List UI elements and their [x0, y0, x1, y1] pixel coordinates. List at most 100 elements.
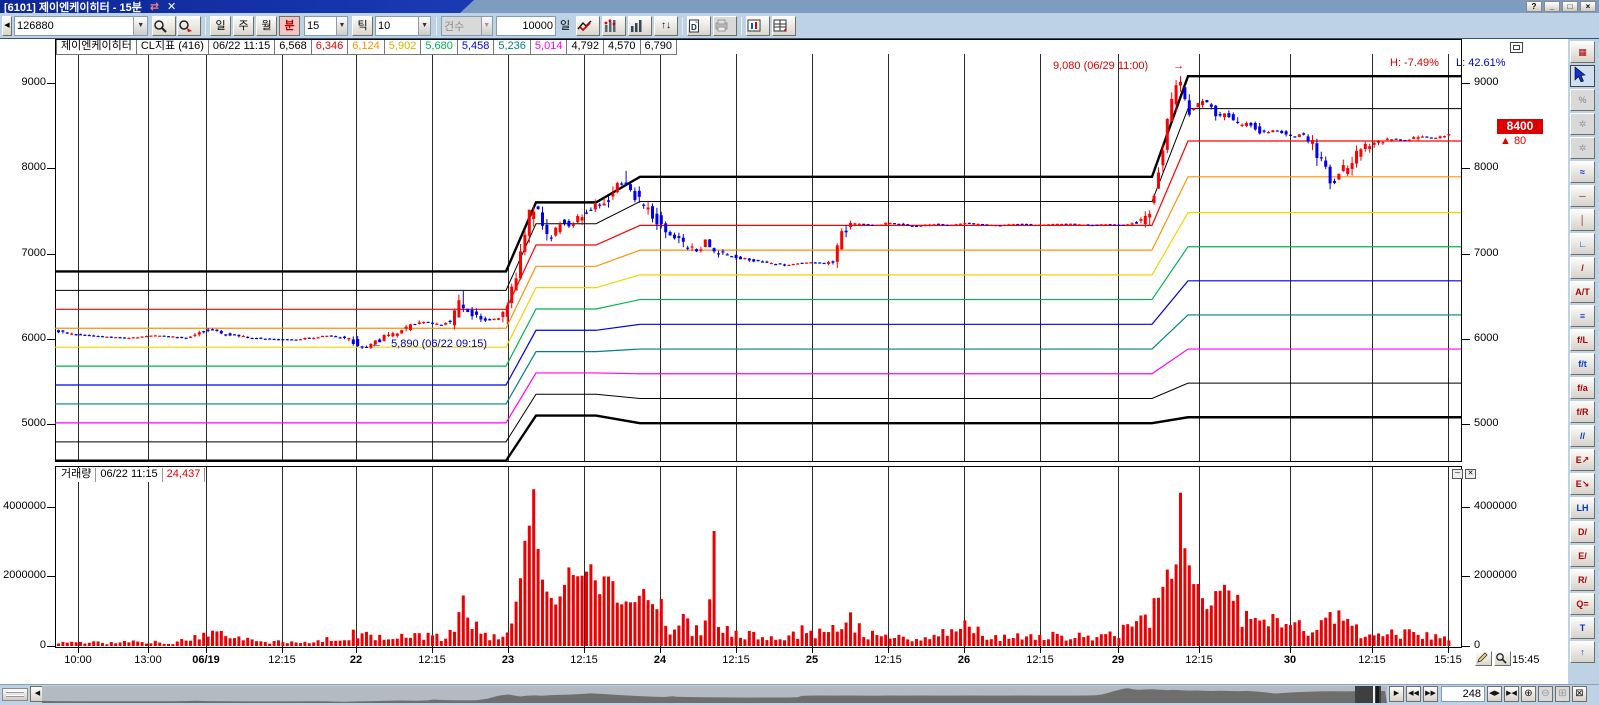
cursor-arrow-icon[interactable] [1570, 65, 1595, 87]
document-button[interactable]: D [687, 16, 711, 36]
layout-settings-icon[interactable]: ▦ [1570, 41, 1595, 63]
x-axis-label: 12:15 [874, 654, 902, 666]
minimize-button[interactable]: _ [1544, 1, 1560, 12]
header-cell: 5,902 [385, 40, 422, 54]
document-icon: D [688, 19, 701, 33]
period-month-button[interactable]: 월 [256, 16, 277, 36]
tick-count-input[interactable] [376, 17, 418, 35]
x-axis-label: 10:00 [64, 654, 92, 666]
horizontal-line-icon[interactable]: ─ [1570, 185, 1595, 207]
search-button[interactable] [152, 16, 176, 36]
step-line-icon[interactable]: ∟ [1570, 233, 1595, 255]
text-tool-icon[interactable]: T [1570, 617, 1595, 639]
bars-button[interactable] [628, 16, 652, 36]
x-axis-label: 12:15 [268, 654, 296, 666]
fib-time-icon[interactable]: f/t [1570, 353, 1595, 375]
nav-forward-button[interactable]: ▶▶ [1423, 686, 1438, 702]
interval-input[interactable] [305, 17, 336, 35]
bars-red-button[interactable] [602, 16, 626, 36]
chevron-down-icon[interactable]: ▼ [133, 17, 147, 35]
sort-updown-button[interactable]: ↑↓ [654, 16, 678, 36]
fib-fan-icon[interactable]: f/a [1570, 377, 1595, 399]
nav-zoom-out-button: ⊖ [1538, 686, 1553, 702]
scroll-up-icon[interactable]: ↑ [1570, 641, 1595, 663]
diagonal-line-icon[interactable]: / [1570, 257, 1595, 279]
close-button[interactable]: × [1580, 1, 1596, 12]
header-cell: 6,346 [312, 40, 349, 54]
x-axis-label: 23 [502, 654, 514, 666]
axis-tick [1462, 339, 1470, 340]
nav-expand-button[interactable]: ◀▶ [1487, 686, 1502, 702]
nav-collapse-button[interactable]: ▶◀ [1504, 686, 1519, 702]
tick-count-combo[interactable]: ▼ [375, 16, 431, 36]
low-annotation: ← 5,890 (06/22 09:15) [371, 338, 487, 350]
nav-rewind-button[interactable]: ◀◀ [1406, 686, 1421, 702]
chevron-down-icon[interactable]: ▼ [336, 17, 347, 35]
fib-retrace-icon[interactable]: f/R [1570, 401, 1595, 423]
help-button[interactable]: ? [1526, 1, 1542, 12]
elliott-down-icon[interactable]: E↘ [1570, 473, 1595, 495]
channel-e-icon[interactable]: E/ [1570, 545, 1595, 567]
period-minute-button[interactable]: 분 [279, 16, 300, 36]
chart-window-button[interactable] [746, 16, 770, 36]
search-go-button[interactable] [177, 16, 201, 36]
toolbar-scroll-left-button[interactable]: ◀ [2, 16, 12, 36]
text-note-icon[interactable]: A/T [1570, 281, 1595, 303]
x-axis-label: 12:15 [722, 654, 750, 666]
bar-count-field[interactable] [1441, 686, 1485, 702]
fib-volume-icon[interactable]: f/L [1570, 329, 1595, 351]
interval-combo[interactable]: ▼ [304, 16, 348, 36]
nav-zoom-in-button[interactable]: ⊕ [1521, 686, 1536, 702]
stock-code-combo[interactable]: ▼ [14, 16, 148, 36]
quote-icon[interactable]: Q= [1570, 593, 1595, 615]
tab-close-icon[interactable]: ✕ [167, 0, 176, 13]
maximize-button[interactable]: □ [1562, 1, 1578, 12]
tick-button[interactable]: 틱 [352, 16, 373, 36]
period-week-button[interactable]: 주 [233, 16, 254, 36]
period-day-button[interactable]: 일 [210, 16, 231, 36]
high-low-icon[interactable]: LH [1570, 497, 1595, 519]
pane-minimize-icon[interactable]: ─ [1452, 469, 1463, 479]
chevron-down-icon[interactable]: ▼ [418, 17, 430, 35]
high-annotation: 9,080 (06/29 11:00) → [1053, 60, 1182, 72]
vertical-line-icon[interactable]: │ [1570, 209, 1595, 231]
trend-line-icon[interactable]: ≈ [1570, 161, 1595, 183]
axis-tick [47, 646, 55, 647]
draw-edit-button[interactable] [1475, 651, 1492, 666]
nav-close-button[interactable]: ⊠ [1572, 686, 1587, 702]
axis-tick [1462, 83, 1470, 84]
magnifier-icon [153, 19, 167, 33]
navigator-thumb[interactable] [1355, 686, 1381, 703]
parallel-lines-icon[interactable]: // [1570, 425, 1595, 447]
current-price-badge: 8400 [1497, 119, 1543, 134]
arrow-left-icon: ← [371, 338, 382, 350]
swap-icon[interactable]: ⇄ [150, 0, 159, 13]
axis-tick [47, 83, 55, 84]
chart-style-button[interactable] [576, 16, 600, 36]
volume-chart[interactable]: 10:0013:0006/1912:152212:152312:152412:1… [55, 466, 1462, 666]
pane-close-icon[interactable]: ✕ [1465, 469, 1476, 479]
channel-r-icon[interactable]: R/ [1570, 569, 1595, 591]
pencil-icon [1476, 652, 1489, 664]
price-chart[interactable] [55, 39, 1462, 462]
levels-icon[interactable]: ≡ [1570, 305, 1595, 327]
x-axis-label: 12:15 [570, 654, 598, 666]
elliott-up-icon[interactable]: E↗ [1570, 449, 1595, 471]
days-input[interactable] [497, 17, 555, 35]
nav-play-button[interactable]: ▶ [1389, 686, 1404, 702]
axis-label: 5000 [1474, 417, 1524, 429]
title-bar[interactable]: [6101] 제이엔케이히터 - 15분 ⇄ ✕ ? _ □ × [0, 0, 1599, 13]
x-axis-label: 15:15 [1434, 654, 1462, 666]
channel-d-icon[interactable]: D/ [1570, 521, 1595, 543]
stock-code-input[interactable] [15, 17, 133, 35]
pane-restore-icon[interactable] [1510, 42, 1523, 53]
days-field[interactable] [496, 16, 556, 36]
header-cell: 5,236 [494, 40, 531, 54]
splitter-handle[interactable] [2, 688, 28, 701]
axis-tick [47, 254, 55, 255]
navigator-minimap[interactable] [42, 686, 1387, 703]
data-grid-button[interactable] [772, 16, 796, 36]
zoom-tool-button[interactable] [1494, 651, 1511, 666]
count-combo: ▼ [441, 16, 493, 36]
bar-count-input[interactable] [1442, 687, 1484, 701]
